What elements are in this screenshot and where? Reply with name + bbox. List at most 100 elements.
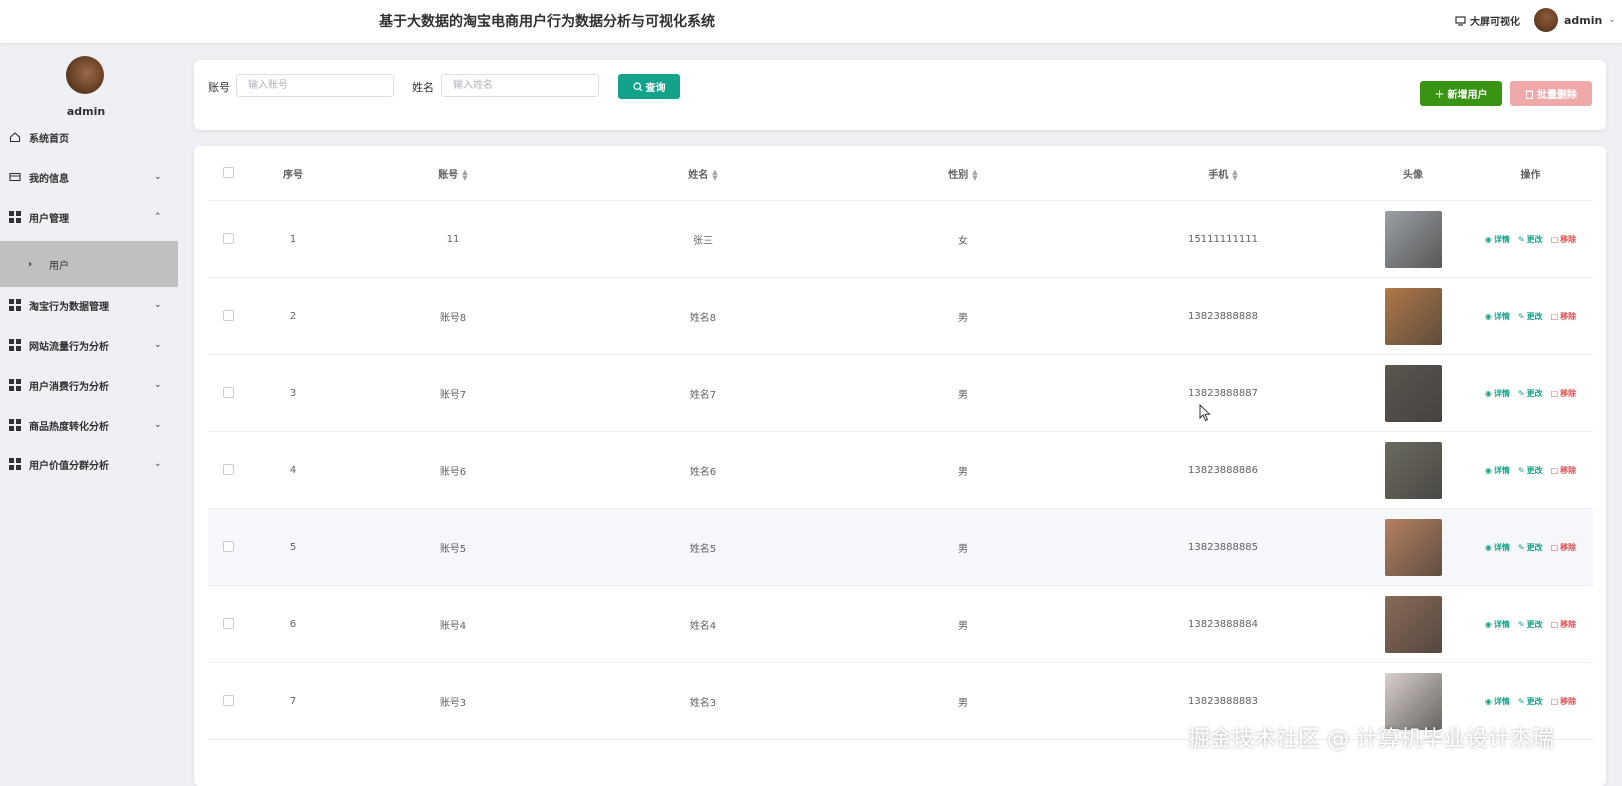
sidebar-item-home[interactable]: 系统首页 bbox=[0, 119, 178, 155]
sidebar-item-users[interactable]: › 用户 bbox=[0, 241, 178, 287]
remove-button[interactable]: □ 移除 bbox=[1551, 388, 1577, 399]
col-name-header[interactable]: 姓名 ▲ ▼ bbox=[568, 146, 838, 201]
account-cell: 账号6 bbox=[338, 431, 568, 509]
row-checkbox[interactable] bbox=[222, 310, 234, 322]
row-checkbox[interactable] bbox=[222, 464, 234, 476]
sidebar-item-traffic-analysis[interactable]: 网站流量行为分析 ⌄ bbox=[0, 327, 178, 363]
edit-button[interactable]: ✎ 更改 bbox=[1518, 465, 1543, 476]
row-checkbox[interactable] bbox=[222, 387, 234, 399]
gender-cell: 男 bbox=[838, 662, 1088, 740]
sort-icon[interactable]: ▲ ▼ bbox=[972, 168, 977, 181]
edit-button[interactable]: ✎ 更改 bbox=[1518, 696, 1543, 707]
account-cell: 账号8 bbox=[338, 277, 568, 355]
index-cell: 5 bbox=[248, 508, 338, 586]
chevron-down-icon: ⌄ bbox=[154, 340, 162, 350]
edit-button[interactable]: ✎ 更改 bbox=[1518, 542, 1543, 553]
row-checkbox-cell[interactable] bbox=[208, 354, 248, 432]
user-avatar-image[interactable] bbox=[1384, 595, 1442, 653]
pencil-icon: ✎ bbox=[1517, 619, 1525, 629]
sidebar-item-label: 用户消费行为分析 bbox=[29, 381, 109, 393]
row-checkbox-cell[interactable] bbox=[208, 431, 248, 509]
index-cell: 3 bbox=[248, 354, 338, 432]
search-button[interactable]: 查询 bbox=[618, 74, 680, 99]
add-user-button[interactable]: + 新增用户 bbox=[1420, 81, 1502, 106]
row-checkbox-cell[interactable] bbox=[208, 277, 248, 355]
col-account-header[interactable]: 账号 ▲ ▼ bbox=[338, 146, 568, 201]
sort-icon[interactable]: ▲ ▼ bbox=[1232, 168, 1237, 181]
col-phone-header[interactable]: 手机 ▲ ▼ bbox=[1088, 146, 1358, 201]
chevron-down-icon: ⌄ bbox=[154, 300, 162, 310]
grid-icon bbox=[9, 458, 21, 470]
eye-icon: ◉ bbox=[1484, 619, 1492, 629]
row-checkbox[interactable] bbox=[222, 233, 234, 245]
remove-label: 移除 bbox=[1560, 234, 1577, 244]
sidebar-item-product-heat[interactable]: 商品热度转化分析 ⌄ bbox=[0, 407, 178, 443]
sort-icon[interactable]: ▲ ▼ bbox=[712, 168, 717, 181]
account-search-input[interactable] bbox=[236, 74, 394, 97]
col-gender-header[interactable]: 性别 ▲ ▼ bbox=[838, 146, 1088, 201]
select-all-checkbox-cell[interactable] bbox=[208, 146, 248, 201]
sidebar-item-value-segmentation[interactable]: 用户价值分群分析 ⌄ bbox=[0, 446, 178, 482]
name-cell: 姓名6 bbox=[568, 431, 838, 509]
sidebar-item-consumption-analysis[interactable]: 用户消费行为分析 ⌄ bbox=[0, 367, 178, 403]
row-checkbox[interactable] bbox=[222, 695, 234, 707]
plus-icon: + bbox=[1434, 86, 1445, 101]
remove-button[interactable]: □ 移除 bbox=[1551, 311, 1577, 322]
remove-button[interactable]: □ 移除 bbox=[1551, 542, 1577, 553]
sort-icon[interactable]: ▲ ▼ bbox=[462, 168, 467, 181]
table-row: 5 账号5 姓名5 男 13823888885 ◉ 详情 ✎ 更改 □ 移除 bbox=[208, 508, 1593, 586]
edit-button[interactable]: ✎ 更改 bbox=[1518, 311, 1543, 322]
edit-button[interactable]: ✎ 更改 bbox=[1518, 234, 1543, 245]
view-button[interactable]: ◉ 详情 bbox=[1485, 388, 1510, 399]
view-button[interactable]: ◉ 详情 bbox=[1485, 465, 1510, 476]
user-avatar-image[interactable] bbox=[1384, 210, 1442, 268]
chevron-down-icon: ⌄ bbox=[154, 459, 162, 469]
index-cell: 2 bbox=[248, 277, 338, 355]
remove-label: 移除 bbox=[1560, 696, 1577, 706]
view-button[interactable]: ◉ 详情 bbox=[1485, 311, 1510, 322]
big-screen-link[interactable]: 大屏可视化 bbox=[1455, 13, 1520, 28]
name-cell: 姓名4 bbox=[568, 585, 838, 663]
row-checkbox-cell[interactable] bbox=[208, 200, 248, 278]
remove-button[interactable]: □ 移除 bbox=[1551, 619, 1577, 630]
user-avatar-image[interactable] bbox=[1384, 441, 1442, 499]
user-menu[interactable]: admin ⌄ bbox=[1534, 8, 1616, 32]
batch-delete-label: 批量删除 bbox=[1537, 90, 1577, 101]
row-checkbox[interactable] bbox=[222, 618, 234, 630]
index-cell: 6 bbox=[248, 585, 338, 663]
row-checkbox[interactable] bbox=[222, 541, 234, 553]
sidebar-item-my-info[interactable]: 我的信息 ⌄ bbox=[0, 159, 178, 195]
select-all-checkbox[interactable] bbox=[222, 167, 234, 179]
phone-cell: 13823888887 bbox=[1088, 354, 1358, 432]
user-avatar-image[interactable] bbox=[1384, 364, 1442, 422]
index-cell: 4 bbox=[248, 431, 338, 509]
name-cell: 姓名8 bbox=[568, 277, 838, 355]
trash-icon: □ bbox=[1550, 619, 1559, 629]
remove-label: 移除 bbox=[1560, 465, 1577, 475]
view-button[interactable]: ◉ 详情 bbox=[1485, 542, 1510, 553]
view-button[interactable]: ◉ 详情 bbox=[1485, 696, 1510, 707]
eye-icon: ◉ bbox=[1484, 234, 1492, 244]
sidebar-item-taobao-data[interactable]: 淘宝行为数据管理 ⌄ bbox=[0, 287, 178, 323]
trash-icon: □ bbox=[1550, 311, 1559, 321]
row-checkbox-cell[interactable] bbox=[208, 508, 248, 586]
col-name-label: 姓名 bbox=[688, 169, 709, 181]
user-avatar-image[interactable] bbox=[1384, 287, 1442, 345]
remove-button[interactable]: □ 移除 bbox=[1551, 465, 1577, 476]
gender-cell: 男 bbox=[838, 277, 1088, 355]
edit-button[interactable]: ✎ 更改 bbox=[1518, 388, 1543, 399]
name-cell: 张三 bbox=[568, 200, 838, 278]
view-button[interactable]: ◉ 详情 bbox=[1485, 619, 1510, 630]
name-search-input[interactable] bbox=[441, 74, 599, 97]
remove-button[interactable]: □ 移除 bbox=[1551, 234, 1577, 245]
remove-button[interactable]: □ 移除 bbox=[1551, 696, 1577, 707]
view-button[interactable]: ◉ 详情 bbox=[1485, 234, 1510, 245]
batch-delete-button[interactable]: 批量删除 bbox=[1510, 81, 1592, 106]
gender-cell: 男 bbox=[838, 508, 1088, 586]
edit-button[interactable]: ✎ 更改 bbox=[1518, 619, 1543, 630]
sidebar-item-user-management[interactable]: 用户管理 ⌃ bbox=[0, 199, 178, 235]
account-cell: 账号3 bbox=[338, 662, 568, 740]
row-checkbox-cell[interactable] bbox=[208, 662, 248, 740]
row-checkbox-cell[interactable] bbox=[208, 585, 248, 663]
user-avatar-image[interactable] bbox=[1384, 518, 1442, 576]
